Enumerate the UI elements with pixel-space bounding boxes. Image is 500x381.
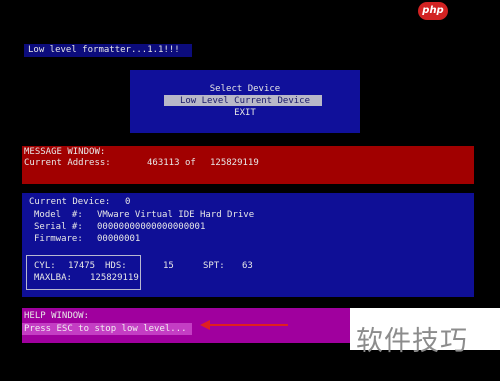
model-label: Model #: xyxy=(34,210,83,220)
help-window-heading: HELP WINDOW: xyxy=(24,311,90,321)
app-title-bar: Low level formatter...1.1!!! xyxy=(24,44,192,57)
spt-value: 63 xyxy=(242,261,253,271)
spt-label: SPT: xyxy=(203,261,225,271)
current-device-label: Current Device: xyxy=(29,197,111,207)
left-arrow-icon xyxy=(200,320,288,330)
help-window: HELP WINDOW: Press ESC to stop low level… xyxy=(22,308,350,343)
total-address-value: 125829119 xyxy=(210,158,259,168)
model-value: VMware Virtual IDE Hard Drive xyxy=(97,210,255,220)
serial-value: 00000000000000000001 xyxy=(97,222,206,232)
cyl-value: 17475 xyxy=(68,261,96,271)
current-address-label: Current Address: xyxy=(24,158,111,168)
hds-value: 15 xyxy=(163,261,174,271)
device-info-panel: Current Device: 0 Model #: VMware Virtua… xyxy=(22,193,474,297)
maxlba-label: MAXLBA: xyxy=(34,273,72,283)
menu-item-low-level-current-device[interactable]: Low Level Current Device xyxy=(130,96,360,107)
message-window: MESSAGE WINDOW: Current Address: 463113 … xyxy=(22,146,474,184)
help-text: Press ESC to stop low level... xyxy=(24,324,187,334)
current-address-value: 463113 xyxy=(147,158,180,168)
serial-label: Serial #: xyxy=(34,222,83,232)
firmware-label: Firmware: xyxy=(34,234,83,244)
menu-item-select-device[interactable]: Select Device xyxy=(130,84,360,95)
php-logo: php xyxy=(418,2,448,20)
message-window-heading: MESSAGE WINDOW: xyxy=(24,147,106,157)
address-of-label: of xyxy=(185,158,196,168)
main-menu: Select Device Low Level Current Device E… xyxy=(130,70,360,133)
menu-item-exit[interactable]: EXIT xyxy=(130,108,360,119)
cyl-label: CYL: xyxy=(34,261,56,271)
firmware-value: 00000001 xyxy=(97,234,141,244)
watermark-text: 软件技巧 xyxy=(356,326,468,357)
current-device-value: 0 xyxy=(125,197,131,207)
maxlba-value: 125829119 xyxy=(90,273,139,283)
hds-label: HDS: xyxy=(105,261,127,271)
